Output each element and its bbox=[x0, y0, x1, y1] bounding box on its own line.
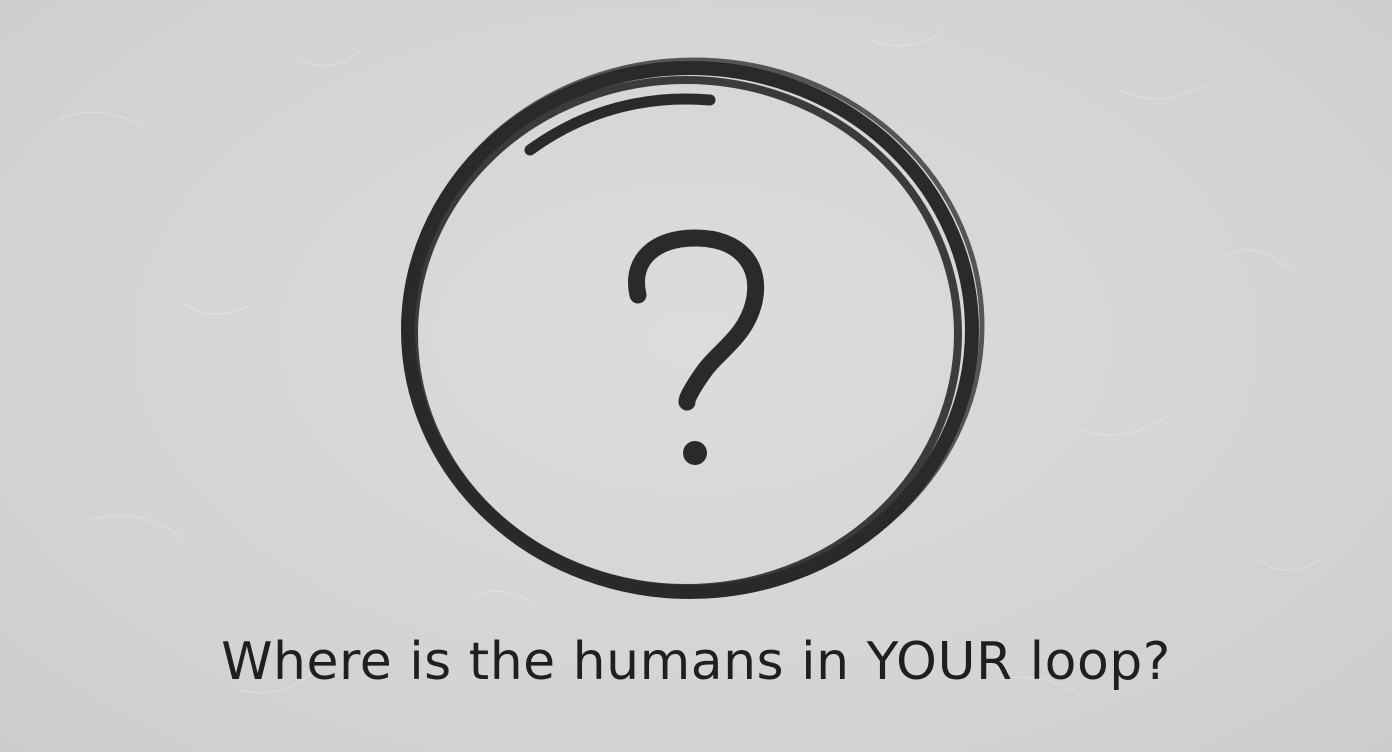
question-mark-dot bbox=[683, 441, 707, 465]
caption-text: Where is the humans in YOUR loop? bbox=[221, 632, 1171, 692]
question-mark-hook bbox=[628, 229, 764, 411]
circled-question-mark-icon bbox=[401, 57, 985, 599]
inner-circle-stroke bbox=[410, 76, 962, 592]
